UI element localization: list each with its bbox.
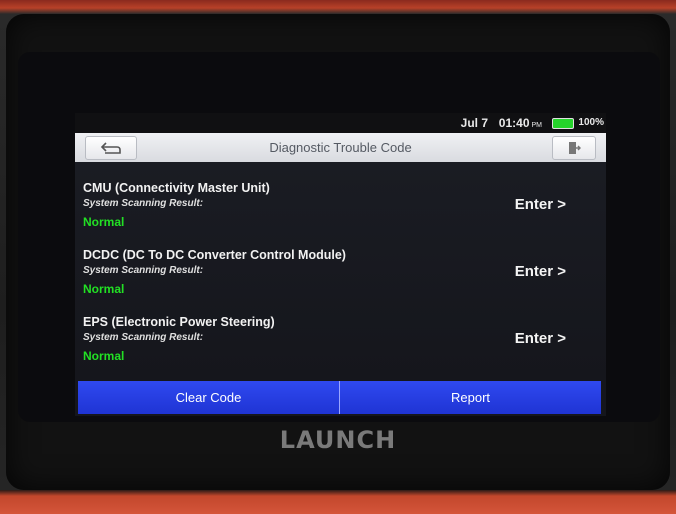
device-casing-bottom <box>0 490 676 514</box>
brand-logo: LAUNCH <box>279 426 397 454</box>
status-time-value: 01:40 <box>498 116 530 130</box>
system-item-dcdc[interactable]: DCDC (DC To DC Converter Control Module)… <box>75 246 606 313</box>
status-date: Jul 7 <box>460 116 488 130</box>
clear-code-button[interactable]: Clear Code <box>78 381 339 414</box>
exit-icon <box>569 142 581 154</box>
scan-status: Normal <box>83 282 125 296</box>
battery-icon <box>552 118 574 129</box>
enter-button[interactable]: Enter > <box>515 330 566 347</box>
page-title: Diagnostic Trouble Code <box>269 140 412 155</box>
system-item-eps[interactable]: EPS (Electronic Power Steering) System S… <box>75 313 606 380</box>
exit-button[interactable] <box>552 136 596 160</box>
report-button[interactable]: Report <box>339 381 601 414</box>
action-bar: Clear Code Report <box>78 381 601 414</box>
system-name: DCDC (DC To DC Converter Control Module) <box>83 248 346 262</box>
enter-button[interactable]: Enter > <box>515 196 566 213</box>
title-bar: Diagnostic Trouble Code <box>75 133 606 162</box>
scan-result-label: System Scanning Result: <box>83 198 204 209</box>
diagnostic-tablet: Jul 7 01:40 PM 100% Diagnostic Trouble Co… <box>0 0 676 514</box>
status-bar: Jul 7 01:40 PM 100% <box>75 113 606 133</box>
battery-percent: 100% <box>578 117 604 128</box>
status-ampm: PM <box>531 122 543 129</box>
system-list: CMU (Connectivity Master Unit) System Sc… <box>75 162 606 382</box>
status-time: 01:40 PM <box>499 116 542 130</box>
system-item-cmu[interactable]: CMU (Connectivity Master Unit) System Sc… <box>75 179 606 246</box>
scan-status: Normal <box>83 349 125 363</box>
scan-result-label: System Scanning Result: <box>83 332 204 343</box>
scan-result-label: System Scanning Result: <box>83 265 204 276</box>
system-name: CMU (Connectivity Master Unit) <box>83 181 270 195</box>
system-name: EPS (Electronic Power Steering) <box>83 315 275 329</box>
app-screen: Jul 7 01:40 PM 100% Diagnostic Trouble Co… <box>75 113 606 416</box>
enter-button[interactable]: Enter > <box>515 263 566 280</box>
scan-status: Normal <box>83 215 125 229</box>
